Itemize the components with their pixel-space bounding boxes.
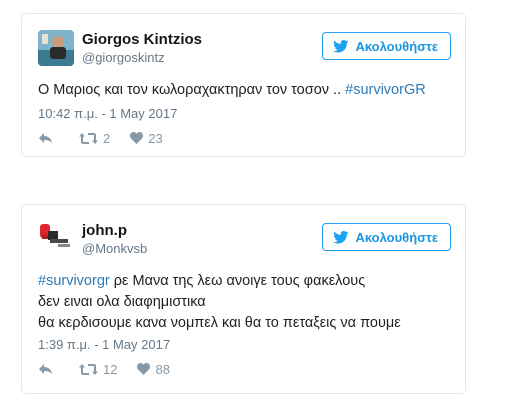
screen-name[interactable]: @Monkvsb [82,241,147,257]
tweet-card: john.p @Monkvsb Ακολουθήστε #survivorgr … [21,204,466,394]
hashtag-link[interactable]: #survivorGR [345,82,426,98]
retweet-icon [79,363,98,375]
like-count: 88 [155,361,170,377]
avatar-image [38,30,74,66]
tweet-text-line: Ο Μαριος και τον κωλοραχακτηραν τον τοσο… [38,80,451,101]
tweet-text: #survivorgr ρε Μανα της λεω ανοιγε τους … [38,271,451,334]
tweet-actions: 12 88 [38,360,170,378]
like-button[interactable]: 23 [130,130,163,146]
retweet-button[interactable]: 12 [79,362,117,377]
like-button[interactable]: 88 [137,361,170,377]
tweet-text: Ο Μαριος και τον κωλοραχακτηραν τον τοσο… [38,80,451,101]
follow-label: Ακολουθήστε [355,229,438,245]
retweet-button[interactable]: 2 [79,131,110,146]
tweet-actions: 2 23 [38,129,163,147]
avatar-image [38,221,74,257]
tweet-header: Giorgos Kintzios @giorgoskintz Ακολουθήσ… [38,30,451,66]
like-count: 23 [148,130,163,146]
hashtag-link[interactable]: #survivorgr [38,273,110,289]
avatar[interactable] [38,30,74,66]
reply-icon [39,133,52,143]
twitter-bird-icon [333,230,349,243]
reply-icon [39,364,52,374]
heart-icon [130,132,144,144]
author-names: Giorgos Kintzios @giorgoskintz [82,31,202,66]
text-plain: ρε Μανα της λεω ανοιγε τους φακελους [109,273,366,289]
timestamp[interactable]: 10:42 π.μ. - 1 May 2017 [38,106,177,121]
follow-button[interactable]: Ακολουθήστε [322,223,451,251]
heart-icon [137,363,151,375]
timestamp[interactable]: 1:39 π.μ. - 1 May 2017 [38,337,170,352]
author-names: john.p @Monkvsb [82,222,147,257]
display-name[interactable]: Giorgos Kintzios [82,31,202,49]
tweet-header: john.p @Monkvsb Ακολουθήστε [38,221,451,257]
tweet-text-line: #survivorgr ρε Μανα της λεω ανοιγε τους … [38,271,451,292]
retweet-count: 2 [103,130,111,146]
tweet-text-line: θα κερδισουμε κανα νομπελ και θα το πετα… [38,315,401,331]
text-plain: Ο Μαριος και τον κωλοραχακτηραν τον τοσο… [38,82,346,98]
reply-button[interactable] [38,132,53,144]
follow-button[interactable]: Ακολουθήστε [322,32,451,60]
avatar[interactable] [38,221,74,257]
retweet-count: 12 [103,361,118,377]
tweet-card: Giorgos Kintzios @giorgoskintz Ακολουθήσ… [21,13,466,157]
tweet-text-line: δεν ειναι ολα διαφημιστικα [38,294,206,310]
retweet-icon [79,132,98,144]
follow-label: Ακολουθήστε [355,38,438,54]
reply-button[interactable] [38,363,53,375]
display-name[interactable]: john.p [82,222,147,240]
twitter-bird-icon [333,39,349,52]
screen-name[interactable]: @giorgoskintz [82,50,202,66]
